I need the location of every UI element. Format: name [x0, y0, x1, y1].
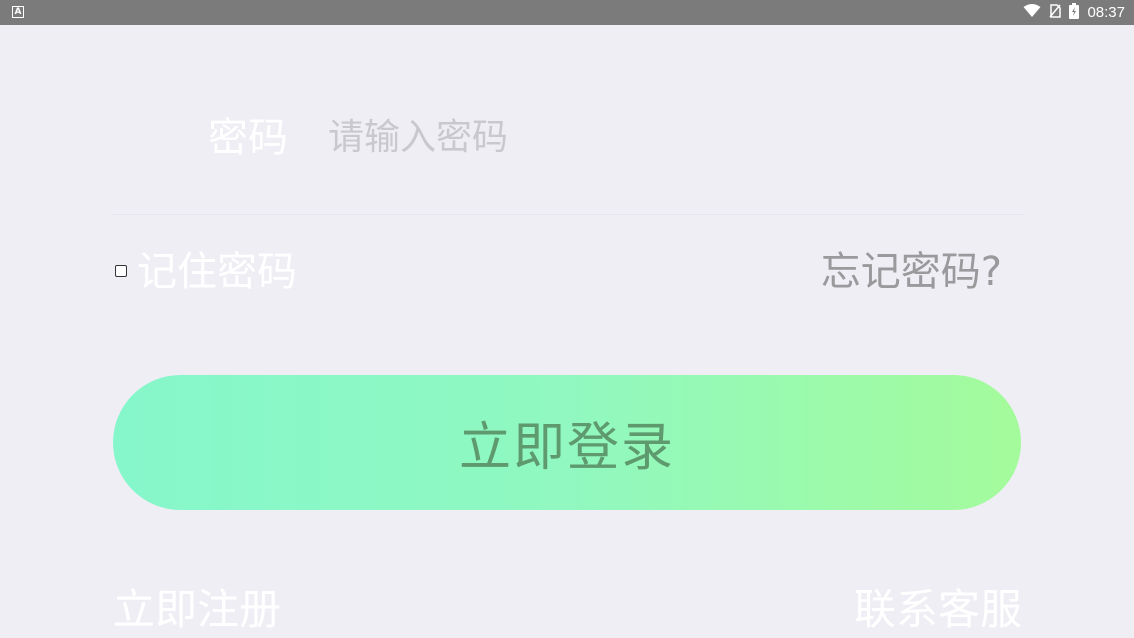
contact-support-link[interactable]: 联系客服	[854, 582, 1022, 638]
login-button[interactable]: 立即登录	[113, 375, 1021, 510]
login-button-label: 立即登录	[458, 418, 675, 478]
status-bar: A 08:37	[0, 0, 1134, 25]
remember-password-checkbox[interactable]	[115, 265, 127, 277]
status-icons: 08:37	[1023, 0, 1125, 25]
password-input[interactable]	[328, 112, 1018, 162]
no-sim-icon	[1049, 3, 1062, 22]
app-notification-icon: A	[12, 6, 24, 18]
wifi-icon	[1023, 3, 1041, 22]
register-link[interactable]: 立即注册	[113, 582, 281, 638]
forgot-password-link[interactable]: 忘记密码?	[821, 246, 1002, 298]
password-label: 密码	[208, 115, 288, 161]
password-divider	[113, 214, 1023, 215]
status-time: 08:37	[1087, 4, 1125, 21]
remember-password-label[interactable]: 记住密码	[137, 246, 297, 298]
battery-charging-icon	[1069, 2, 1080, 23]
